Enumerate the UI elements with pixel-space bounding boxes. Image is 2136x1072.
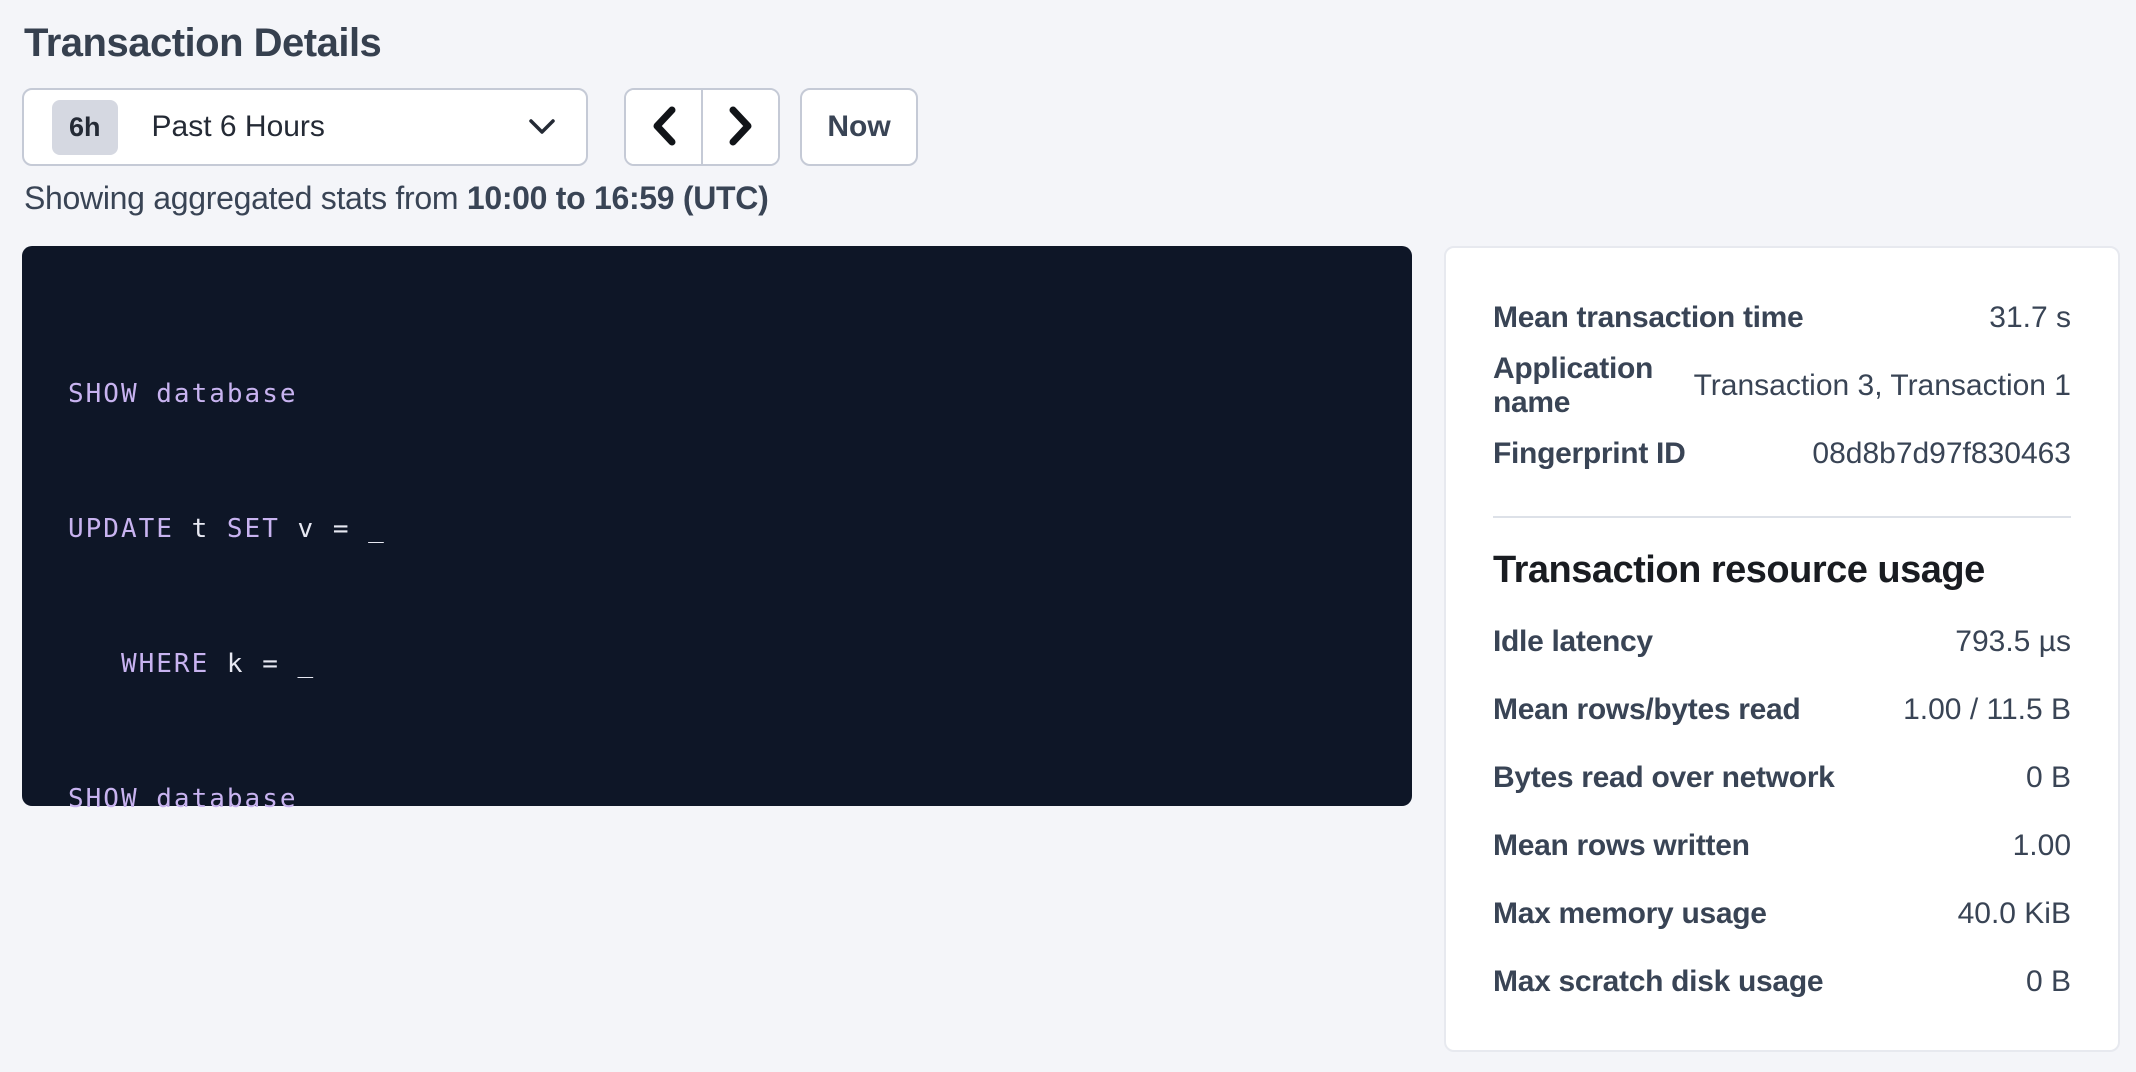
sql-line: UPDATE t SET v = _	[68, 507, 1366, 552]
prev-range-button[interactable]	[626, 90, 703, 164]
time-range-picker[interactable]: 6h Past 6 Hours	[22, 88, 588, 166]
sql-statements: SHOW database UPDATE t SET v = _ WHERE k…	[68, 282, 1366, 912]
metric-value: Transaction 3, Transaction 1	[1694, 369, 2071, 403]
aggregated-stats-caption: Showing aggregated stats from 10:00 to 1…	[24, 178, 2120, 218]
metric-label: Idle latency	[1493, 625, 1653, 659]
metric-value: 0 B	[2026, 761, 2071, 795]
next-range-button[interactable]	[703, 90, 778, 164]
sql-statement-box: SHOW database UPDATE t SET v = _ WHERE k…	[22, 246, 1412, 806]
metric-row-idle-latency: Idle latency 793.5 µs	[1493, 608, 2071, 676]
resource-usage-rows: Idle latency 793.5 µs Mean rows/bytes re…	[1493, 608, 2071, 1016]
metric-row-bytes-read-over-network: Bytes read over network 0 B	[1493, 744, 2071, 812]
metric-row-mean-rows-written: Mean rows written 1.00	[1493, 812, 2071, 880]
transaction-summary-card: Mean transaction time 31.7 s Application…	[1444, 246, 2120, 1052]
sql-line: SHOW database	[68, 777, 1366, 822]
metric-value: 0 B	[2026, 965, 2071, 999]
metric-value: 31.7 s	[1989, 301, 2071, 335]
metric-value: 1.00	[2013, 829, 2071, 863]
metric-row-fingerprint-id: Fingerprint ID 08d8b7d97f830463	[1493, 420, 2071, 488]
stats-range: 10:00 to 16:59 (UTC)	[467, 180, 769, 216]
main-content: SHOW database UPDATE t SET v = _ WHERE k…	[22, 246, 2120, 1052]
time-range-label: Past 6 Hours	[152, 110, 325, 144]
page-title: Transaction Details	[24, 20, 2120, 66]
time-range-badge: 6h	[52, 100, 118, 155]
time-controls: 6h Past 6 Hours Now	[22, 88, 2120, 166]
metric-label: Mean rows written	[1493, 829, 1750, 863]
metric-value: 40.0 KiB	[1958, 897, 2071, 931]
metric-label: Fingerprint ID	[1493, 437, 1685, 471]
sql-line: SHOW database	[68, 372, 1366, 417]
chevron-left-icon	[651, 106, 677, 149]
metric-row-mean-transaction-time: Mean transaction time 31.7 s	[1493, 284, 2071, 352]
transaction-details-page: Transaction Details 6h Past 6 Hours Now …	[0, 20, 2136, 1052]
metric-label: Mean rows/bytes read	[1493, 693, 1800, 727]
sql-line: WHERE k = _	[68, 642, 1366, 687]
metric-row-mean-rows-bytes-read: Mean rows/bytes read 1.00 / 11.5 B	[1493, 676, 2071, 744]
metric-row-max-memory-usage: Max memory usage 40.0 KiB	[1493, 880, 2071, 948]
metric-label: Bytes read over network	[1493, 761, 1835, 795]
metric-label: Application name	[1493, 352, 1694, 420]
metric-row-application-name: Application name Transaction 3, Transact…	[1493, 352, 2071, 420]
metric-value: 08d8b7d97f830463	[1812, 437, 2071, 471]
card-divider	[1493, 516, 2071, 518]
metric-value: 793.5 µs	[1955, 625, 2071, 659]
metric-label: Mean transaction time	[1493, 301, 1803, 335]
stats-prefix: Showing aggregated stats from	[24, 180, 467, 216]
metric-value: 1.00 / 11.5 B	[1903, 693, 2071, 727]
chevron-right-icon	[728, 106, 754, 149]
metric-label: Max memory usage	[1493, 897, 1767, 931]
time-nav-group	[624, 88, 780, 166]
resource-usage-heading: Transaction resource usage	[1493, 546, 2071, 594]
metric-label: Max scratch disk usage	[1493, 965, 1823, 999]
now-button[interactable]: Now	[800, 88, 918, 166]
metric-row-max-scratch-disk-usage: Max scratch disk usage 0 B	[1493, 948, 2071, 1016]
chevron-down-icon	[528, 118, 556, 136]
